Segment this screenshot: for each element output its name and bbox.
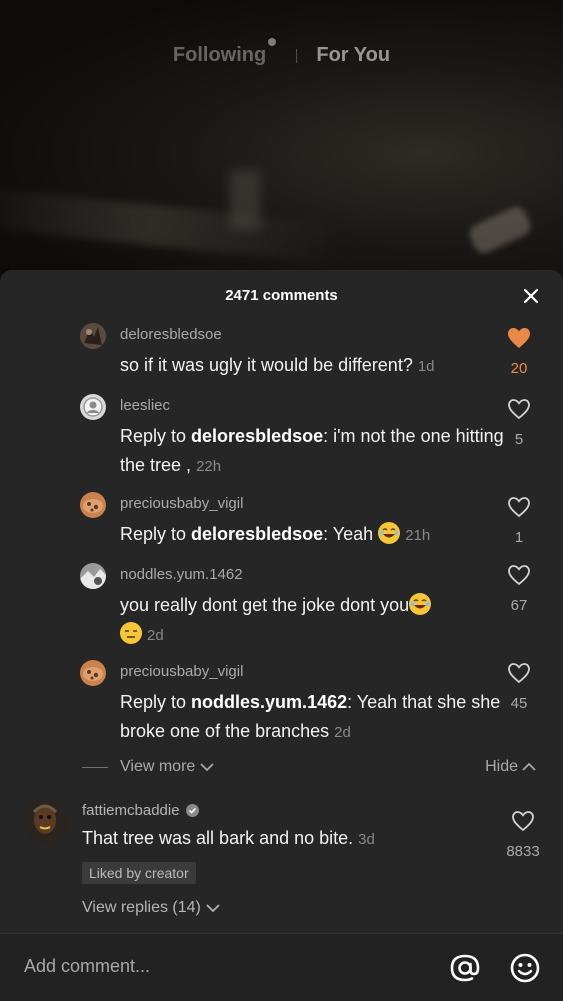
like-button[interactable]: 20 (489, 327, 549, 377)
video-shadow (230, 170, 260, 230)
username[interactable]: preciousbaby_vigil (120, 495, 243, 512)
username[interactable]: deloresbledsoe (120, 326, 222, 343)
video-highlight (466, 203, 534, 257)
at-icon (450, 954, 480, 982)
like-count: 20 (510, 360, 528, 377)
view-replies-button[interactable]: View replies (14) (82, 899, 221, 917)
like-count: 5 (514, 431, 524, 448)
liked-by-creator-badge: Liked by creator (82, 862, 196, 884)
timestamp: 2d (147, 627, 164, 644)
reply-to-username[interactable]: deloresbledsoe (191, 524, 323, 544)
view-replies-label: View replies (14) (82, 899, 201, 916)
reply-text: you really dont get the joke dont you 2d (120, 591, 515, 650)
reply-item[interactable]: preciousbaby_vigil Reply to deloresbleds… (80, 492, 480, 552)
chevron-down-icon (206, 904, 220, 913)
avatar[interactable] (22, 798, 68, 844)
avatar[interactable] (80, 660, 106, 686)
like-count: 1 (514, 529, 524, 546)
laughing-emoji-icon (378, 522, 401, 544)
heart-icon (508, 663, 530, 684)
reply-to-username[interactable]: deloresbledsoe (191, 426, 323, 446)
notification-dot (268, 38, 277, 46)
add-comment-input[interactable]: Add comment... (24, 956, 150, 977)
reply-prefix: Reply to (120, 524, 192, 544)
like-count: 67 (510, 597, 528, 614)
close-button[interactable] (519, 284, 543, 308)
timestamp: 2d (334, 724, 351, 741)
timestamp: 3d (358, 831, 375, 848)
comment-text: That tree was all bark and no bite. 3d (82, 828, 375, 849)
comment-body: That tree was all bark and no bite. (82, 828, 354, 848)
video-streak (0, 185, 342, 265)
tab-for-you[interactable]: For You (316, 44, 390, 67)
avatar[interactable] (80, 394, 106, 420)
like-button[interactable]: 67 (489, 564, 549, 614)
avatar[interactable] (80, 323, 106, 349)
reply-body: : Yeah (323, 524, 374, 544)
like-count: 45 (510, 695, 528, 712)
comment-author[interactable]: fattiemcbaddie (82, 802, 199, 819)
expressionless-emoji-icon (120, 622, 142, 644)
reply-text: so if it was ugly it would be different?… (120, 351, 515, 381)
tab-following[interactable]: Following (172, 38, 277, 67)
hide-label: Hide (485, 758, 518, 775)
hide-replies-button[interactable]: Hide (485, 758, 537, 776)
chevron-up-icon (522, 762, 536, 771)
avatar[interactable] (80, 492, 106, 518)
emoji-icon (510, 953, 540, 983)
reply-body: you really dont get the joke dont you (120, 595, 410, 615)
divider-line (82, 766, 108, 768)
close-icon (523, 288, 539, 304)
video-background[interactable] (0, 0, 563, 280)
comments-count-title: 2471 comments (225, 287, 338, 304)
reply-to-username[interactable]: noddles.yum.1462 (191, 692, 347, 712)
view-more-label: View more (120, 758, 196, 775)
like-button[interactable]: 8833 (487, 810, 559, 860)
like-button[interactable]: 1 (489, 496, 549, 546)
heart-icon (508, 497, 530, 518)
timestamp: 22h (196, 458, 222, 475)
like-button[interactable]: 45 (489, 662, 549, 712)
reply-item[interactable]: preciousbaby_vigil Reply to noddles.yum.… (80, 660, 500, 745)
heart-filled-icon (508, 328, 530, 348)
reply-text: Reply to deloresbledsoe: Yeah 21h (120, 520, 515, 550)
username[interactable]: leesliec (120, 397, 170, 414)
avatar[interactable] (80, 563, 106, 589)
verified-icon (185, 804, 199, 817)
chevron-down-icon (200, 763, 214, 772)
heart-icon (508, 565, 530, 586)
like-button[interactable]: 5 (489, 398, 549, 448)
tab-divider (295, 48, 297, 63)
reply-prefix: Reply to (120, 692, 192, 712)
comment-input-bar: Add comment... (0, 933, 563, 1001)
reply-prefix: Reply to (120, 426, 192, 446)
top-tabs: Following For You (0, 38, 563, 67)
reply-body: so if it was ugly it would be different? (120, 355, 413, 375)
comments-sheet: 2471 comments deloresbledsoe so if it wa… (0, 270, 563, 1000)
reply-text: Reply to deloresbledsoe: i'm not the one… (120, 422, 515, 481)
timestamp: 1d (417, 358, 435, 375)
heart-icon (512, 811, 534, 832)
reply-item[interactable]: leesliec Reply to deloresbledsoe: i'm no… (80, 394, 504, 479)
tab-following-label: Following (172, 44, 267, 66)
username[interactable]: noddles.yum.1462 (120, 566, 243, 583)
emoji-button[interactable] (508, 951, 542, 985)
like-count: 8833 (506, 843, 540, 860)
reply-item[interactable]: noddles.yum.1462 you really dont get the… (80, 563, 480, 648)
username[interactable]: preciousbaby_vigil (120, 663, 243, 680)
reply-text: Reply to noddles.yum.1462: Yeah that she… (120, 688, 515, 747)
reply-item[interactable]: deloresbledsoe so if it was ugly it woul… (80, 323, 480, 383)
timestamp: 21h (405, 527, 431, 544)
view-more-button[interactable]: View more (82, 758, 215, 776)
mention-button[interactable] (448, 951, 482, 985)
heart-icon (508, 399, 530, 420)
username[interactable]: fattiemcbaddie (82, 802, 180, 819)
laughing-emoji-icon (409, 593, 432, 615)
